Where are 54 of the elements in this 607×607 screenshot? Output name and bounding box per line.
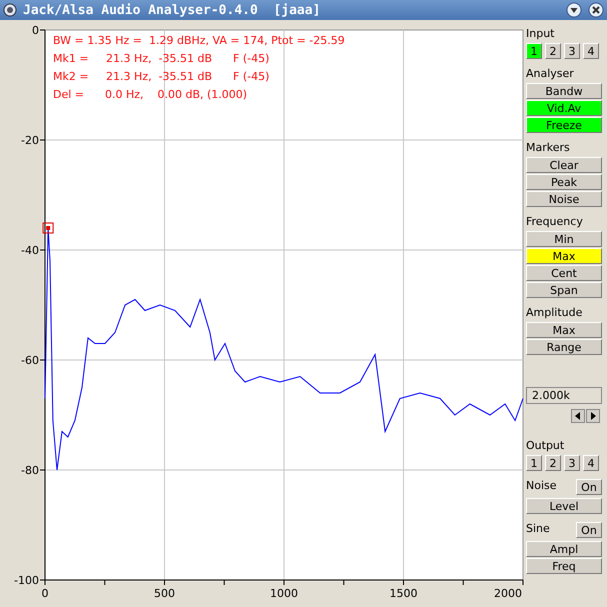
window-title: Jack/Alsa Audio Analyser-0.4.0 [jaaa] <box>23 2 322 18</box>
panel-button[interactable]: Max <box>526 322 602 338</box>
marker-icon <box>42 222 54 234</box>
section-label: Noise <box>526 479 557 493</box>
panel-button[interactable]: 1 <box>526 43 542 59</box>
app-icon[interactable] <box>3 3 17 17</box>
panel-button[interactable]: 2 <box>545 455 561 471</box>
readout-text: BW = 1.35 Hz = 1.29 dBHz, VA = 174, Ptot = -25.59 <box>53 34 345 48</box>
value-field[interactable]: 2.000k <box>526 387 602 404</box>
y-tick-label: -100 <box>14 574 39 587</box>
panel-button[interactable]: Min <box>526 231 602 247</box>
section-label: Sine <box>526 522 550 536</box>
panel-button[interactable]: Max <box>526 248 602 264</box>
panel-button[interactable]: 3 <box>564 43 580 59</box>
panel-button[interactable]: Span <box>526 282 602 298</box>
section-label: Markers <box>526 141 571 155</box>
panel-button[interactable]: Freq <box>526 558 602 574</box>
panel-button[interactable]: 2 <box>545 43 561 59</box>
panel-button[interactable]: Freeze <box>526 117 602 133</box>
x-tick-label: 1500 <box>390 587 418 600</box>
panel-button[interactable]: Cent <box>526 265 602 281</box>
x-tick-label: 2000 <box>494 587 522 600</box>
panel-button[interactable]: Range <box>526 339 602 355</box>
panel-button[interactable]: Bandw <box>526 83 602 99</box>
panel-button[interactable]: Noise <box>526 191 602 207</box>
panel-button[interactable]: 1 <box>526 455 542 471</box>
section-label: Input <box>526 27 556 41</box>
readout-text: Mk2 = 21.3 Hz, -35.51 dB F (-45) <box>53 70 270 84</box>
section-label: Output <box>526 439 566 453</box>
panel-button[interactable]: Vid.Av <box>526 100 602 116</box>
x-tick-label: 500 <box>154 587 175 600</box>
y-tick-label: -80 <box>21 464 39 477</box>
minimize-icon[interactable] <box>566 2 582 18</box>
y-tick-label: 0 <box>32 24 39 37</box>
panel-button[interactable]: Peak <box>526 174 602 190</box>
panel-button[interactable]: Level <box>526 498 602 514</box>
section-label: Analyser <box>526 67 575 81</box>
panel-button[interactable]: 3 <box>564 455 580 471</box>
panel-button[interactable]: Clear <box>526 157 602 173</box>
x-tick-label: 1000 <box>270 587 298 600</box>
y-tick-label: -20 <box>21 134 39 147</box>
y-tick-label: -40 <box>21 244 39 257</box>
toggle-button[interactable]: On <box>576 479 602 495</box>
toggle-button[interactable]: On <box>576 522 602 538</box>
panel-button[interactable]: Ampl <box>526 541 602 557</box>
section-label: Frequency <box>526 215 584 229</box>
readout-text: Del = 0.0 Hz, 0.00 dB, (1.000) <box>53 88 248 102</box>
x-tick-label: 0 <box>42 587 48 600</box>
y-tick-label: -60 <box>21 354 39 367</box>
readout-text: Mk1 = 21.3 Hz, -35.51 dB F (-45) <box>53 52 270 66</box>
close-icon[interactable] <box>588 2 604 18</box>
panel-button[interactable]: 4 <box>583 43 599 59</box>
section-label: Amplitude <box>526 306 584 320</box>
panel-button[interactable]: 4 <box>583 455 599 471</box>
